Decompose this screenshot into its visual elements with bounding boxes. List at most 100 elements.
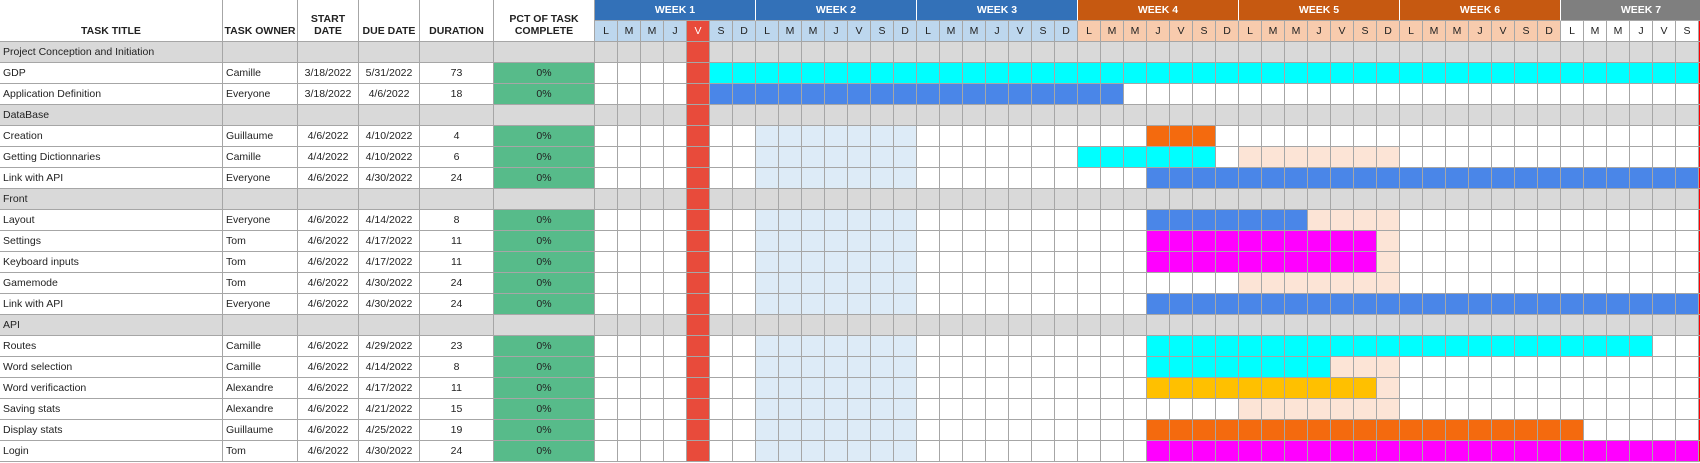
gantt-day-cell[interactable] [756,252,779,273]
gantt-day-cell[interactable] [1331,336,1354,357]
gantt-day-cell[interactable] [779,147,802,168]
gantt-day-cell[interactable] [940,378,963,399]
gantt-day-cell[interactable] [1653,420,1676,441]
gantt-day-cell[interactable] [1009,399,1032,420]
gantt-day-cell[interactable] [1515,126,1538,147]
gantt-day-cell[interactable] [1101,357,1124,378]
gantt-day-cell[interactable] [1377,252,1400,273]
task-start-cell[interactable]: 4/6/2022 [298,252,359,273]
task-pct-cell[interactable]: 0% [494,273,595,294]
gantt-day-cell[interactable] [687,441,710,462]
gantt-day-cell[interactable] [802,441,825,462]
gantt-day-cell[interactable] [871,357,894,378]
gantt-day-cell[interactable] [733,273,756,294]
gantt-day-cell[interactable] [641,210,664,231]
gantt-day-cell[interactable] [733,420,756,441]
gantt-day-cell[interactable] [1676,126,1699,147]
gantt-day-cell[interactable] [1377,189,1400,210]
gantt-day-cell[interactable] [940,63,963,84]
gantt-day-cell[interactable] [1538,84,1561,105]
gantt-day-cell[interactable] [1055,252,1078,273]
day-header[interactable]: M [1423,21,1446,42]
gantt-day-cell[interactable] [1009,252,1032,273]
gantt-day-cell[interactable] [664,399,687,420]
task-title-cell[interactable]: Settings [0,231,223,252]
gantt-day-cell[interactable] [1446,168,1469,189]
gantt-day-cell[interactable] [1584,42,1607,63]
gantt-day-cell[interactable] [825,168,848,189]
gantt-day-cell[interactable] [1216,210,1239,231]
gantt-day-cell[interactable] [1124,231,1147,252]
gantt-day-cell[interactable] [1607,210,1630,231]
gantt-day-cell[interactable] [1354,189,1377,210]
gantt-day-cell[interactable] [756,357,779,378]
gantt-day-cell[interactable] [733,252,756,273]
gantt-day-cell[interactable] [1492,231,1515,252]
gantt-day-cell[interactable] [1101,441,1124,462]
gantt-day-cell[interactable] [1377,126,1400,147]
gantt-day-cell[interactable] [1078,252,1101,273]
gantt-day-cell[interactable] [779,252,802,273]
gantt-day-cell[interactable] [1561,252,1584,273]
gantt-day-cell[interactable] [1285,168,1308,189]
gantt-day-cell[interactable] [1469,357,1492,378]
gantt-day-cell[interactable] [1676,84,1699,105]
gantt-day-cell[interactable] [779,63,802,84]
gantt-day-cell[interactable] [1193,378,1216,399]
gantt-day-cell[interactable] [1469,273,1492,294]
gantt-day-cell[interactable] [1400,315,1423,336]
gantt-day-cell[interactable] [733,168,756,189]
task-owner-cell[interactable]: Camille [223,147,298,168]
gantt-day-cell[interactable] [1032,294,1055,315]
header-duration[interactable]: DURATION [420,0,494,42]
gantt-day-cell[interactable] [595,42,618,63]
gantt-day-cell[interactable] [1423,336,1446,357]
gantt-day-cell[interactable] [1538,147,1561,168]
gantt-day-cell[interactable] [1607,441,1630,462]
gantt-day-cell[interactable] [664,273,687,294]
day-header[interactable]: V [687,21,710,42]
gantt-day-cell[interactable] [1101,105,1124,126]
gantt-day-cell[interactable] [1170,441,1193,462]
gantt-day-cell[interactable] [802,273,825,294]
gantt-day-cell[interactable] [1009,273,1032,294]
gantt-day-cell[interactable] [1446,147,1469,168]
gantt-day-cell[interactable] [1676,273,1699,294]
week-header-3[interactable]: WEEK 3 [917,0,1078,21]
gantt-day-cell[interactable] [986,294,1009,315]
gantt-day-cell[interactable] [848,273,871,294]
gantt-day-cell[interactable] [1078,378,1101,399]
gantt-day-cell[interactable] [1492,84,1515,105]
gantt-day-cell[interactable] [917,42,940,63]
gantt-day-cell[interactable] [1055,147,1078,168]
gantt-day-cell[interactable] [641,294,664,315]
gantt-day-cell[interactable] [1331,273,1354,294]
gantt-day-cell[interactable] [940,105,963,126]
gantt-day-cell[interactable] [894,63,917,84]
gantt-day-cell[interactable] [871,294,894,315]
gantt-day-cell[interactable] [1469,441,1492,462]
gantt-day-cell[interactable] [1400,378,1423,399]
gantt-day-cell[interactable] [1055,42,1078,63]
gantt-day-cell[interactable] [641,336,664,357]
gantt-day-cell[interactable] [1147,420,1170,441]
gantt-day-cell[interactable] [641,189,664,210]
gantt-day-cell[interactable] [848,336,871,357]
gantt-day-cell[interactable] [1193,126,1216,147]
gantt-day-cell[interactable] [1354,273,1377,294]
gantt-day-cell[interactable] [1515,420,1538,441]
day-header[interactable]: M [1262,21,1285,42]
gantt-day-cell[interactable] [1147,231,1170,252]
gantt-day-cell[interactable] [1124,168,1147,189]
gantt-day-cell[interactable] [1584,420,1607,441]
gantt-day-cell[interactable] [733,315,756,336]
gantt-day-cell[interactable] [963,441,986,462]
gantt-day-cell[interactable] [963,294,986,315]
gantt-day-cell[interactable] [1515,441,1538,462]
gantt-day-cell[interactable] [1400,357,1423,378]
gantt-day-cell[interactable] [687,273,710,294]
task-duration-cell[interactable]: 24 [420,441,494,462]
gantt-day-cell[interactable] [963,84,986,105]
gantt-day-cell[interactable] [779,84,802,105]
group-cell[interactable] [359,315,420,336]
